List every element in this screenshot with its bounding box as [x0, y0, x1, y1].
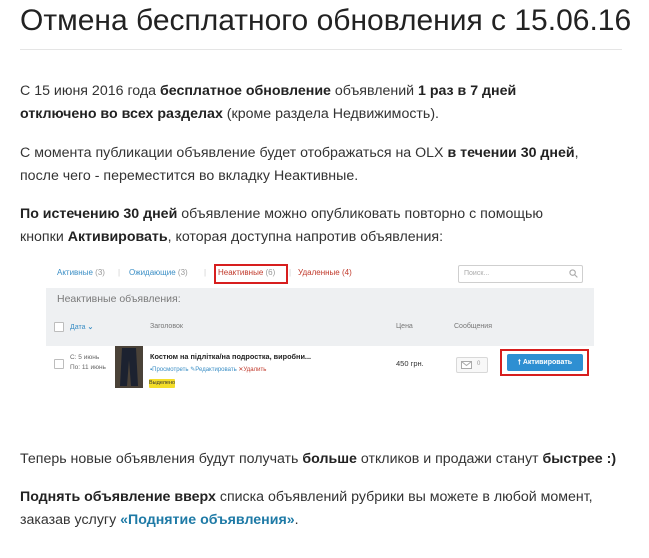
embedded-screenshot: Активные (3) | Ожидающие (3) | Неактивны… [46, 262, 594, 392]
ad-title-link[interactable]: Костюм на підліткa/на подростка, виробни… [150, 352, 311, 361]
tab-deleted-label: Удаленные [298, 268, 340, 277]
select-all-checkbox[interactable] [54, 322, 64, 332]
envelope-icon [461, 361, 472, 369]
chevron-down-icon: ⌄ [87, 324, 94, 331]
header-messages: Сообщения [454, 323, 492, 330]
paragraph-4: Теперь новые объявления будут получать б… [20, 448, 635, 471]
tab-active[interactable]: Активные (3) [57, 268, 105, 277]
tab-pending-count: (3) [177, 268, 188, 277]
p4-text-1: Теперь новые объявления будут получать [20, 451, 303, 467]
tab-deleted[interactable]: Удаленные (4) [298, 268, 352, 277]
sort-date-header[interactable]: Дата ⌄ [70, 323, 93, 331]
p3-text-1: объявление можно опубликовать повторно с… [177, 206, 544, 222]
p4-bold-2: быстрее :) [542, 451, 617, 467]
tab-active-count: (3) [95, 268, 105, 277]
edit-link[interactable]: Редактировать [195, 367, 236, 373]
p3-bold-1: По истечению 30 дней [20, 206, 178, 222]
header-price: Цена [396, 323, 413, 330]
activate-label: Активировать [522, 359, 573, 366]
paragraph-3: По истечению 30 дней объявление можно оп… [20, 203, 635, 249]
p1-text-1: С 15 июня 2016 года [20, 83, 160, 99]
paragraph-1: С 15 июня 2016 года бесплатное обновлени… [20, 80, 635, 126]
p5-text-1: списка объявлений рубрики вы можете в лю… [215, 489, 593, 505]
row-checkbox[interactable] [54, 359, 64, 369]
p2-text-2: , [574, 145, 579, 161]
p2-bold-1: в течении 30 дней [447, 145, 575, 161]
arrow-up-icon: 🠕 [517, 359, 521, 366]
date-from: С: 5 июнь [70, 354, 100, 361]
ad-price: 450 грн. [396, 359, 424, 368]
search-icon[interactable] [569, 269, 578, 278]
tab-separator: | [118, 268, 121, 277]
delete-link[interactable]: Удалить [243, 367, 266, 373]
tab-separator: | [204, 268, 207, 277]
tab-active-label: Активные [57, 268, 93, 277]
p2-text-3: после чего - переместится во вкладку Неа… [20, 168, 359, 184]
ad-actions: ▪Просмотреть ✎Редактировать ✕Удалить [150, 366, 266, 373]
promote-ad-link[interactable]: «Поднятие объявления» [120, 512, 295, 528]
title-divider [20, 49, 622, 50]
tab-separator: | [289, 268, 292, 277]
row-dates: С: 5 июнь По: 11 июнь [70, 353, 106, 373]
activate-button[interactable]: 🠕 Активировать [507, 354, 583, 371]
p2-text-1: С момента публикации объявление будет от… [20, 145, 448, 161]
p1-text-2: объявлений [330, 83, 418, 99]
p5-text-3: . [294, 512, 299, 528]
p1-bold-1: бесплатное обновление [160, 83, 331, 99]
p5-text-2: заказав услугу [20, 512, 121, 528]
tab-pending-label: Ожидающие [129, 268, 176, 277]
header-date-label: Дата [70, 324, 86, 331]
messages-button[interactable]: 0 [456, 357, 488, 373]
section-title: Неактивные объявления: [57, 293, 181, 305]
p3-text-3: , которая доступна напротив объявления: [167, 229, 444, 245]
paragraph-2: С момента публикации объявление будет от… [20, 142, 635, 188]
ad-thumbnail[interactable] [115, 346, 143, 388]
article-title: Отмена бесплатного обновления с 15.06.16 [20, 4, 632, 37]
p4-text-2: откликов и продажи станут [356, 451, 543, 467]
p1-bold-3: отключено во всех разделах [20, 106, 223, 122]
header-title: Заголовок [150, 323, 183, 330]
p3-bold-2: Активировать [67, 229, 168, 245]
status-badge: Выделено [149, 379, 176, 388]
p1-bold-2: 1 раз в 7 дней [418, 83, 517, 99]
p5-bold-1: Поднять объявление вверх [20, 489, 216, 505]
messages-count: 0 [477, 361, 481, 367]
date-to: По: 11 июнь [70, 364, 106, 371]
trousers-image [115, 346, 143, 388]
p1-text-3: (кроме раздела Недвижимость). [222, 106, 439, 122]
tab-pending[interactable]: Ожидающие (3) [129, 268, 188, 277]
view-link[interactable]: Просмотреть [152, 367, 188, 373]
search-input[interactable]: Поиск... [458, 265, 583, 283]
search-placeholder: Поиск... [464, 270, 490, 277]
tab-deleted-count: (4) [341, 268, 352, 277]
p4-bold-1: больше [302, 451, 357, 467]
tab-inactive-highlight [214, 264, 288, 284]
paragraph-5: Поднять объявление вверх списка объявлен… [20, 486, 635, 532]
p3-text-2: кнопки [20, 229, 68, 245]
